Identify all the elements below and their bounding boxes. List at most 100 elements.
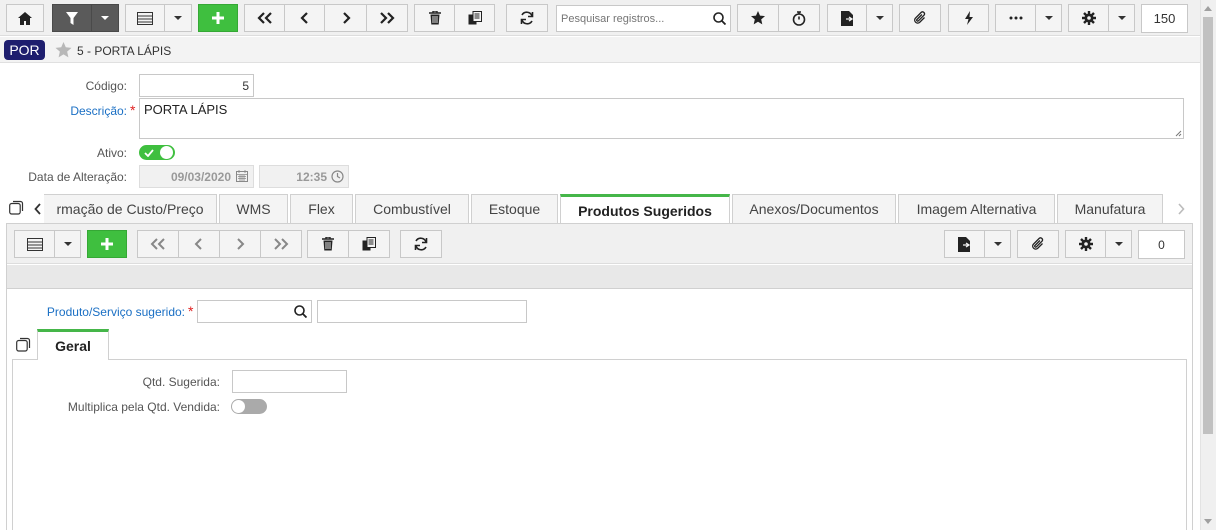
chevron-right-icon (342, 12, 351, 24)
qtd-sugerida-field[interactable] (232, 370, 347, 393)
qtd-sugerida-label: Qtd. Sugerida: (142, 375, 220, 389)
sub-report-button[interactable] (944, 230, 985, 258)
tab-wms[interactable]: WMS (219, 194, 288, 223)
inner-tab-geral[interactable]: Geral (37, 329, 109, 360)
copy-button[interactable] (454, 4, 495, 32)
sub-view-button[interactable] (14, 230, 55, 258)
sub-delete-button[interactable] (307, 230, 349, 258)
tab-flex[interactable]: Flex (290, 194, 353, 223)
more-dropdown-button[interactable] (1035, 4, 1062, 32)
sub-previous-button[interactable] (178, 230, 220, 258)
sub-copy-button[interactable] (348, 230, 390, 258)
plus-icon (101, 238, 113, 250)
tab-estoque[interactable]: Estoque (471, 194, 558, 223)
favorite-star-icon[interactable] (55, 42, 72, 58)
multiplica-label: Multiplica pela Qtd. Vendida: (67, 400, 220, 414)
report-button[interactable] (827, 4, 867, 32)
scroll-down-icon[interactable] (1204, 519, 1212, 524)
double-chevron-right-icon (274, 238, 289, 250)
filter-icon (66, 11, 78, 25)
multiplica-toggle[interactable] (231, 399, 267, 414)
check-icon (144, 148, 154, 157)
add-button[interactable] (198, 4, 238, 32)
sub-settings-dropdown-button[interactable] (1105, 230, 1132, 258)
sub-attachment-button[interactable] (1017, 230, 1059, 258)
tab-scroll-left-icon[interactable] (34, 203, 42, 215)
sub-refresh-button[interactable] (400, 230, 442, 258)
more-button[interactable] (995, 4, 1036, 32)
view-button[interactable] (125, 4, 165, 32)
refresh-icon (414, 237, 428, 251)
action-button[interactable] (948, 4, 989, 32)
produto-description-field (317, 300, 527, 323)
home-button[interactable] (6, 4, 44, 32)
required-indicator: * (188, 303, 194, 319)
filter-dropdown-button[interactable] (91, 4, 119, 32)
chevron-down-icon (1114, 242, 1123, 246)
tab-custo-preco[interactable]: rmação de Custo/Preço (44, 194, 217, 223)
page-size-input[interactable]: 150 (1141, 4, 1188, 33)
search-input[interactable] (557, 6, 707, 31)
sub-add-button[interactable] (87, 230, 127, 258)
search-input-box[interactable] (556, 5, 731, 32)
favorite-button[interactable] (737, 4, 779, 32)
chevron-down-icon (1117, 16, 1126, 20)
tab-imagem-alternativa[interactable]: Imagem Alternativa (898, 194, 1055, 223)
double-chevron-left-icon (150, 238, 165, 250)
tab-anexos-documentos[interactable]: Anexos/Documentos (732, 194, 896, 223)
record-header (0, 37, 1200, 63)
delete-button[interactable] (414, 4, 455, 32)
trash-icon (322, 237, 334, 251)
sub-last-button[interactable] (260, 230, 302, 258)
date-field: 09/03/2020 (139, 165, 254, 188)
restore-icon[interactable] (16, 337, 31, 352)
descricao-field[interactable]: PORTA LÁPIS (139, 98, 1184, 139)
first-record-button[interactable] (244, 4, 285, 32)
toggle-knob (160, 146, 173, 159)
list-view-icon (26, 237, 43, 251)
sub-count-field[interactable]: 0 (1138, 230, 1185, 259)
record-title: 5 - PORTA LÁPIS (77, 44, 172, 58)
chevron-down-icon (875, 16, 884, 20)
scroll-up-icon[interactable] (1204, 6, 1212, 11)
tab-scroll-right-icon[interactable] (1177, 203, 1185, 215)
timer-button[interactable] (778, 4, 820, 32)
last-record-button[interactable] (366, 4, 408, 32)
trash-icon (428, 11, 441, 25)
refresh-button[interactable] (506, 4, 548, 32)
chevron-down-icon (1044, 16, 1053, 20)
previous-record-button[interactable] (284, 4, 325, 32)
tab-combustivel[interactable]: Combustível (355, 194, 469, 223)
double-chevron-right-icon (380, 12, 395, 24)
data-alteracao-label: Data de Alteração: (28, 170, 127, 184)
view-dropdown-button[interactable] (164, 4, 192, 32)
codigo-label: Código: (85, 79, 127, 93)
search-icon[interactable] (294, 305, 307, 318)
scrollbar-thumb[interactable] (1203, 17, 1213, 434)
record-badge: POR (4, 40, 45, 60)
tab-produtos-sugeridos[interactable]: Produtos Sugeridos (560, 194, 730, 224)
report-dropdown-button[interactable] (866, 4, 893, 32)
search-icon[interactable] (713, 12, 726, 25)
home-icon (18, 11, 32, 25)
next-record-button[interactable] (324, 4, 367, 32)
codigo-field[interactable]: 5 (139, 74, 254, 97)
copy-icon (468, 11, 482, 25)
attachment-button[interactable] (899, 4, 941, 32)
ativo-toggle[interactable] (139, 145, 175, 160)
sub-view-dropdown-button[interactable] (54, 230, 81, 258)
sub-first-button[interactable] (137, 230, 179, 258)
settings-button[interactable] (1068, 4, 1109, 32)
list-view-icon (137, 11, 153, 25)
chevron-down-icon (993, 242, 1002, 246)
filter-button[interactable] (52, 4, 92, 32)
sub-report-dropdown-button[interactable] (984, 230, 1011, 258)
restore-icon[interactable] (9, 200, 24, 215)
sub-next-button[interactable] (219, 230, 261, 258)
resize-handle-icon[interactable] (1175, 130, 1182, 137)
chevron-down-icon (174, 16, 182, 20)
sub-settings-button[interactable] (1065, 230, 1106, 258)
copy-icon (362, 237, 376, 251)
settings-dropdown-button[interactable] (1108, 4, 1135, 32)
tab-manufatura[interactable]: Manufatura (1057, 194, 1163, 223)
